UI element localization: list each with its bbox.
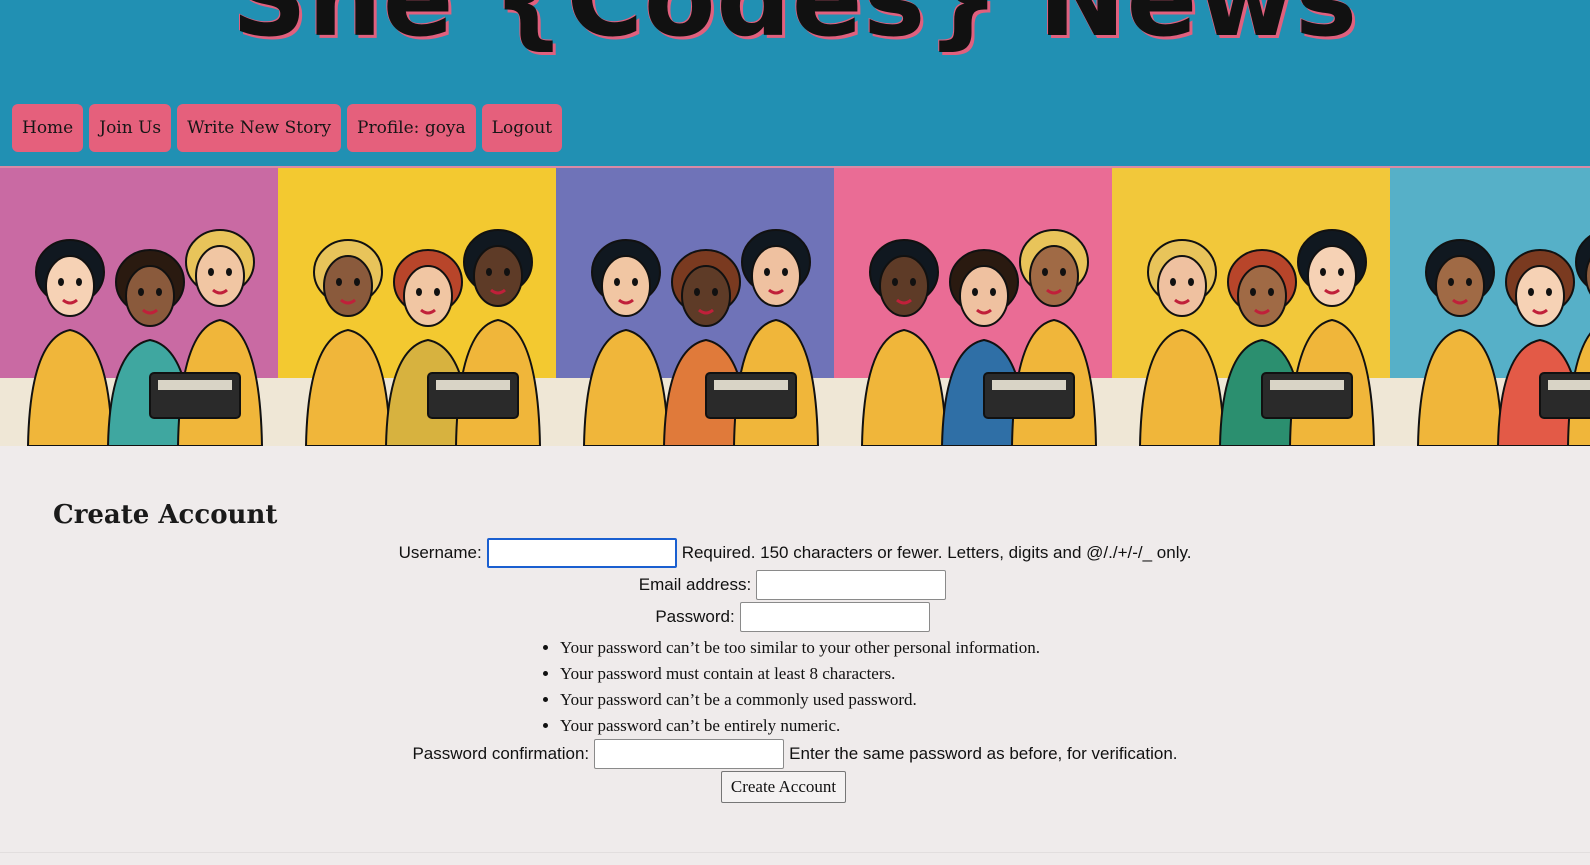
footer-divider [0, 852, 1590, 853]
banner-illustration-5 [1112, 168, 1390, 446]
page-title: Create Account [53, 500, 278, 530]
nav-join-us-button[interactable]: Join Us [89, 104, 172, 152]
username-help-text: Required. 150 characters or fewer. Lette… [681, 543, 1192, 562]
main-nav: Home Join Us Write New Story Profile: go… [12, 104, 563, 152]
password-rule: Your password can’t be entirely numeric. [560, 715, 1040, 741]
password-input[interactable] [739, 602, 930, 632]
site-title: She {Codes} News [0, 0, 1590, 60]
banner-illustration-1 [0, 168, 278, 446]
email-row: Email address: [0, 570, 1590, 600]
password-rule: Your password can’t be too similar to yo… [560, 637, 1040, 663]
banner-illustration-3 [556, 168, 834, 446]
nav-home-button[interactable]: Home [12, 104, 84, 152]
nav-profile-button[interactable]: Profile: goya [347, 104, 476, 152]
password-confirmation-help-text: Enter the same password as before, for v… [789, 744, 1178, 763]
password-confirmation-row: Password confirmation: Enter the same pa… [0, 739, 1590, 769]
username-row: Username: Required. 150 characters or fe… [0, 538, 1590, 568]
site-header: She {Codes} News Home Join Us Write New … [0, 0, 1590, 168]
username-input[interactable] [486, 538, 677, 568]
create-account-button[interactable]: Create Account [721, 771, 846, 803]
banner-illustration-6 [1390, 168, 1590, 446]
nav-logout-button[interactable]: Logout [481, 104, 563, 152]
banner-illustration-4 [834, 168, 1112, 446]
password-rules-list: Your password can’t be too similar to yo… [542, 637, 1040, 741]
password-rule: Your password must contain at least 8 ch… [560, 663, 1040, 689]
password-confirmation-label: Password confirmation: [412, 744, 590, 763]
password-label: Password: [655, 607, 735, 626]
password-rule: Your password can’t be a commonly used p… [560, 689, 1040, 715]
password-confirmation-input[interactable] [594, 739, 785, 769]
email-label: Email address: [638, 575, 752, 594]
email-input[interactable] [756, 570, 947, 600]
username-label: Username: [398, 543, 482, 562]
hero-banner [0, 168, 1590, 446]
nav-write-new-story-button[interactable]: Write New Story [177, 104, 342, 152]
banner-illustration-2 [278, 168, 556, 446]
password-row: Password: [0, 602, 1590, 632]
